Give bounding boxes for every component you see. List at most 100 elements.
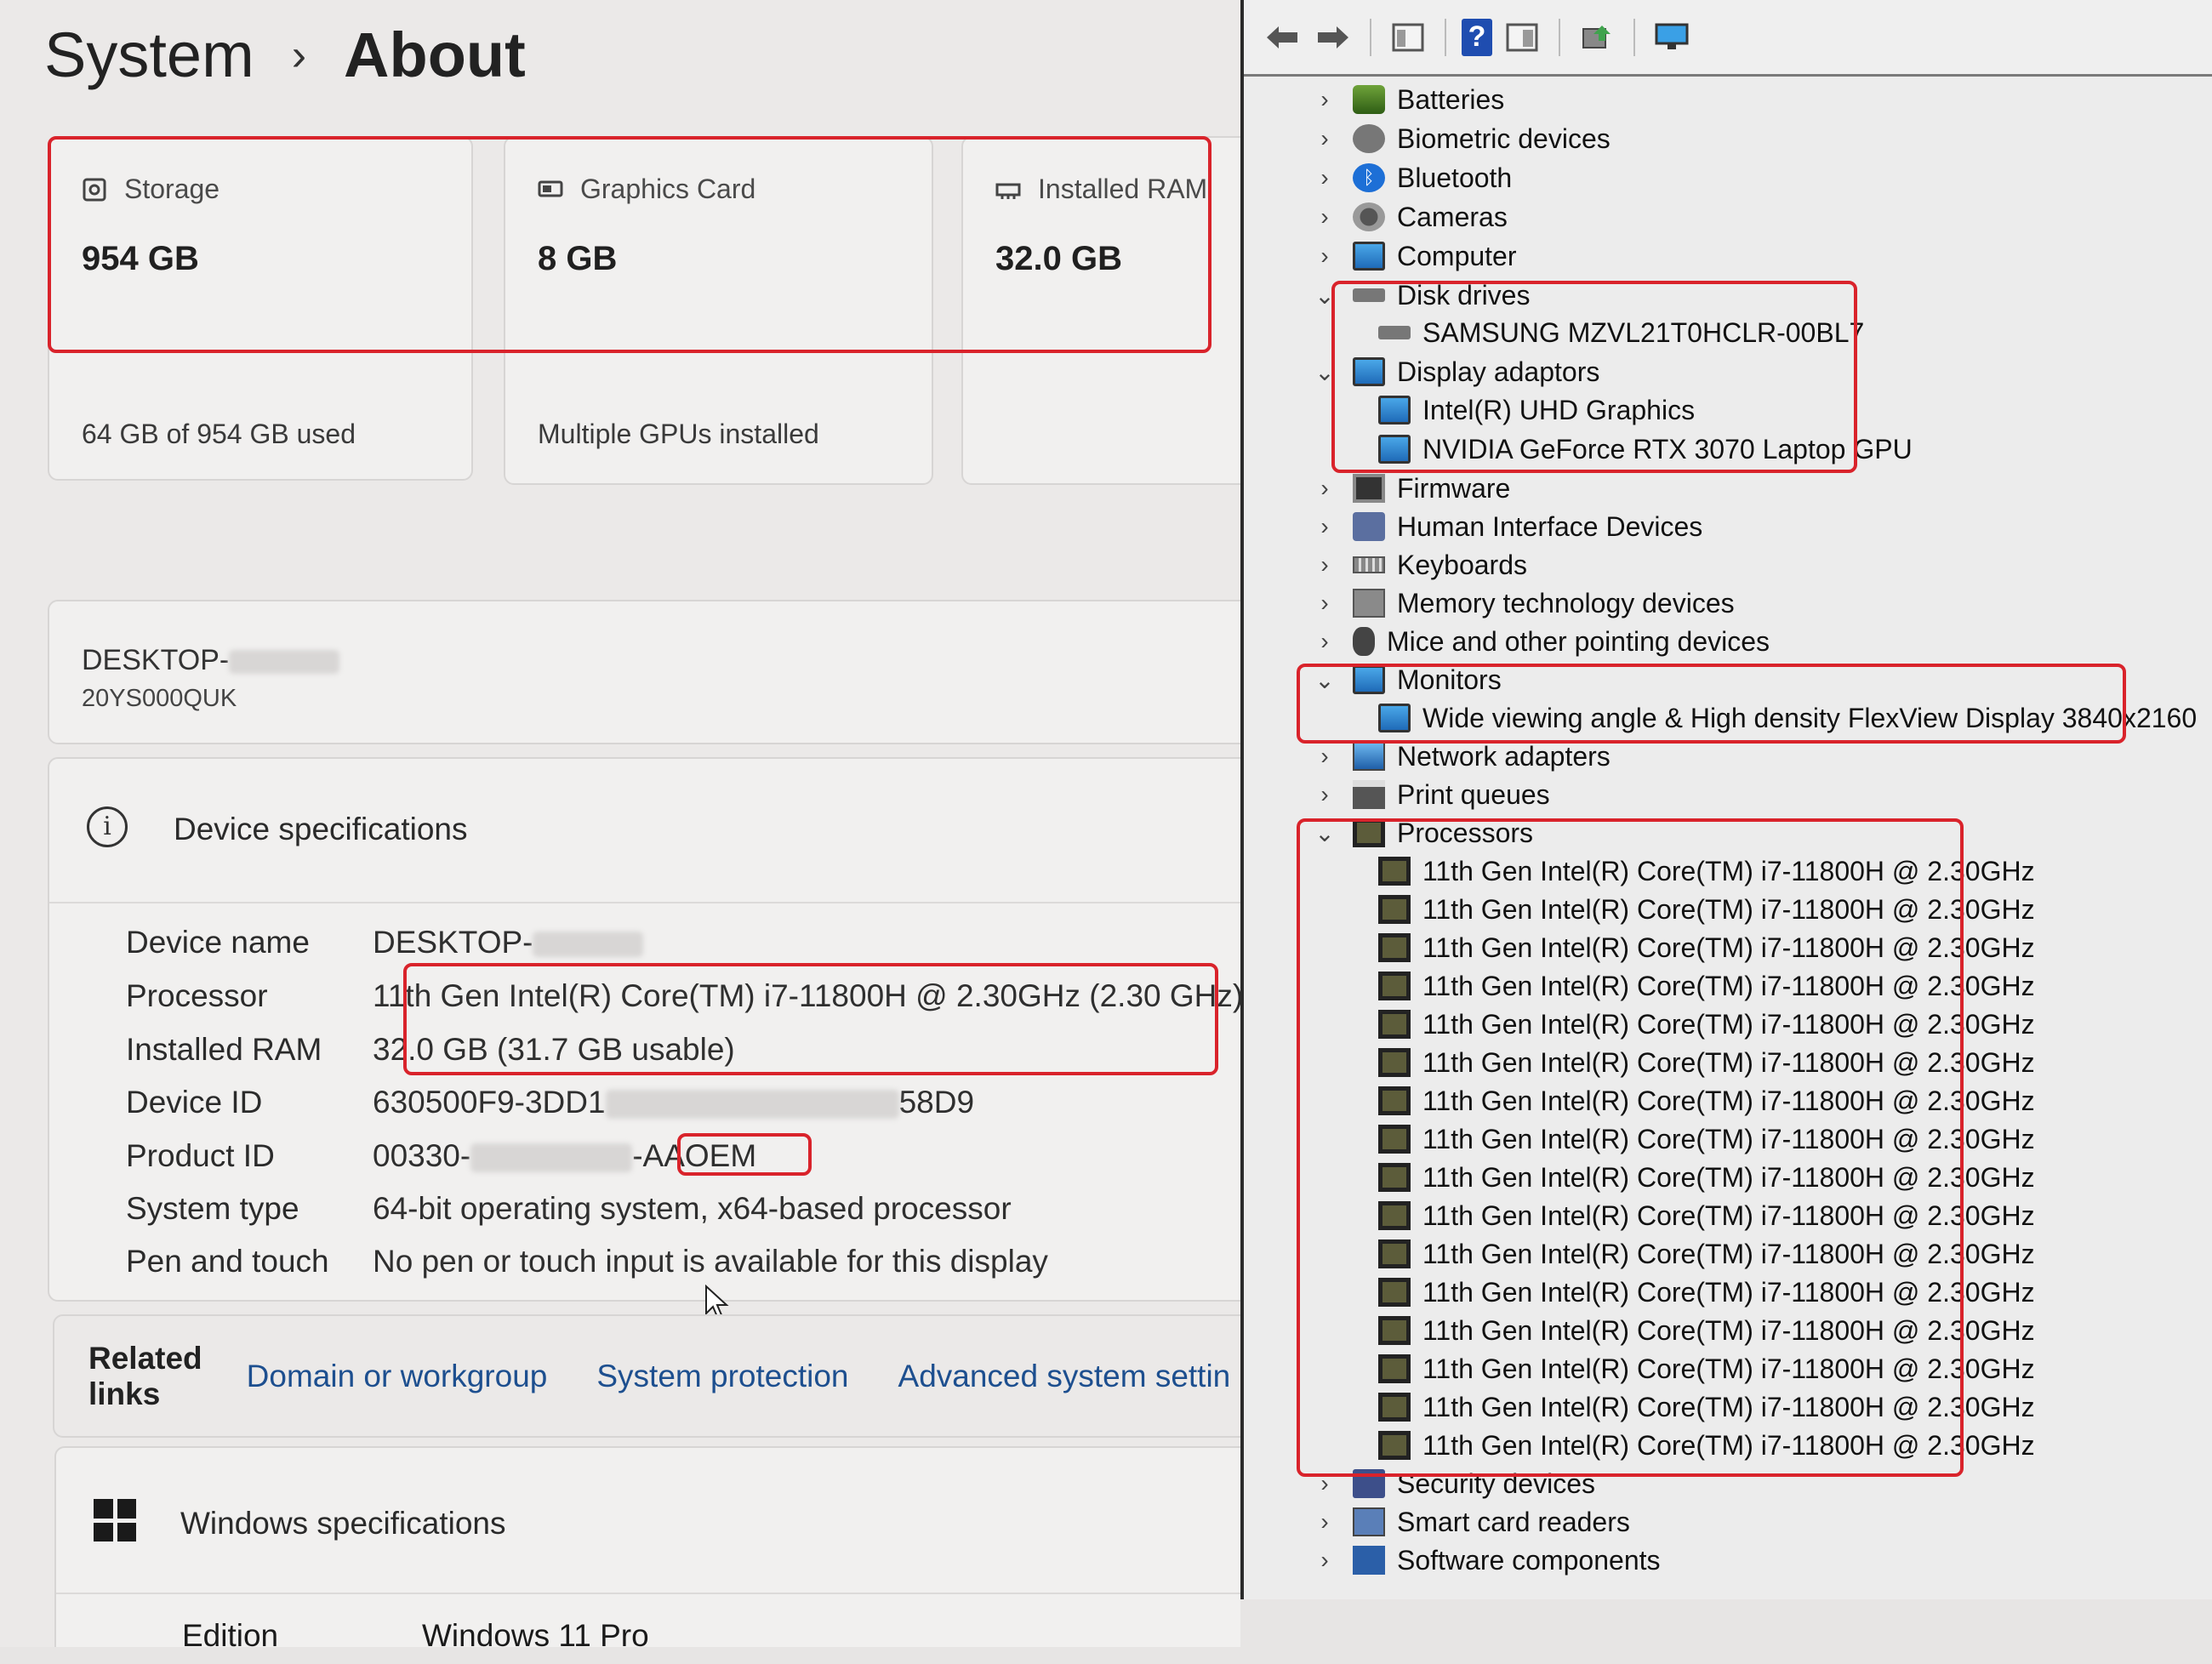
tree-item-display-adaptors[interactable]: ⌄ Display adaptors: [1312, 353, 1599, 390]
chevron-right-icon[interactable]: ›: [1312, 242, 1337, 270]
tree-child-processor[interactable]: 11th Gen Intel(R) Core(TM) i7-11800H @ 2…: [1378, 1235, 2035, 1273]
tree-child-gpu-nvidia[interactable]: NVIDIA GeForce RTX 3070 Laptop GPU: [1378, 430, 1913, 468]
tree-item-batteries[interactable]: › Batteries: [1312, 81, 1504, 118]
tree-label: Display adaptors: [1397, 356, 1600, 387]
memory-icon: [1353, 589, 1385, 618]
spec-key: Device ID: [126, 1085, 263, 1120]
storage-card[interactable]: Storage 954 GB 64 GB of 954 GB used: [48, 136, 473, 481]
tree-item-smart-card[interactable]: › Smart card readers: [1312, 1503, 1630, 1541]
chevron-right-icon[interactable]: ›: [1312, 86, 1337, 113]
graphics-card-icon: [538, 177, 563, 202]
device-manager-window: ? › Batteries › Biometric devices › ᛒ Bl…: [1240, 0, 2212, 1599]
spec-key: System type: [126, 1191, 299, 1226]
chevron-right-icon[interactable]: ›: [1312, 1547, 1337, 1574]
processor-icon: [1378, 1431, 1411, 1460]
tree-child-processor[interactable]: 11th Gen Intel(R) Core(TM) i7-11800H @ 2…: [1378, 1388, 2035, 1426]
tree-item-firmware[interactable]: › Firmware: [1312, 470, 1510, 507]
tree-item-hid[interactable]: › Human Interface Devices: [1312, 508, 1702, 545]
chevron-right-icon[interactable]: ›: [1312, 551, 1337, 578]
processor-icon: [1378, 972, 1411, 1000]
mouse-icon: [1353, 627, 1375, 656]
chevron-right-icon[interactable]: ›: [1312, 1508, 1337, 1536]
tree-child-processor[interactable]: 11th Gen Intel(R) Core(TM) i7-11800H @ 2…: [1378, 891, 2035, 928]
installed-ram-card[interactable]: Installed RAM 32.0 GB: [961, 136, 1240, 485]
tree-child-processor[interactable]: 11th Gen Intel(R) Core(TM) i7-11800H @ 2…: [1378, 967, 2035, 1005]
tree-item-monitors[interactable]: ⌄ Monitors: [1312, 661, 1501, 698]
tree-item-security[interactable]: › Security devices: [1312, 1465, 1595, 1502]
chevron-down-icon[interactable]: ⌄: [1312, 282, 1337, 310]
tree-child-processor[interactable]: 11th Gen Intel(R) Core(TM) i7-11800H @ 2…: [1378, 852, 2035, 890]
properties-icon[interactable]: [1387, 19, 1429, 56]
tree-child-processor[interactable]: 11th Gen Intel(R) Core(TM) i7-11800H @ 2…: [1378, 1427, 2035, 1464]
chevron-right-icon[interactable]: ›: [1312, 590, 1337, 617]
tree-child-processor[interactable]: 11th Gen Intel(R) Core(TM) i7-11800H @ 2…: [1378, 1350, 2035, 1388]
domain-workgroup-link[interactable]: Domain or workgroup: [247, 1359, 548, 1394]
monitor-icon[interactable]: [1650, 19, 1693, 56]
tree-child-processor[interactable]: 11th Gen Intel(R) Core(TM) i7-11800H @ 2…: [1378, 1082, 2035, 1120]
system-protection-link[interactable]: System protection: [596, 1359, 848, 1394]
tree-item-biometric[interactable]: › Biometric devices: [1312, 120, 1611, 157]
redacted-text: [605, 1090, 899, 1120]
chevron-right-icon[interactable]: ›: [1312, 628, 1337, 655]
chevron-right-icon[interactable]: ›: [1312, 1470, 1337, 1497]
tree-label: Batteries: [1397, 83, 1505, 115]
chevron-down-icon[interactable]: ⌄: [1312, 666, 1337, 694]
tree-item-computer[interactable]: › Computer: [1312, 237, 1516, 275]
forward-arrow-icon[interactable]: [1312, 19, 1354, 56]
chevron-right-icon[interactable]: ›: [1312, 125, 1337, 152]
tree-item-mice[interactable]: › Mice and other pointing devices: [1312, 623, 1770, 660]
monitor-icon: [1353, 665, 1385, 694]
tree-item-network[interactable]: › Network adapters: [1312, 738, 1610, 775]
device-name-card[interactable]: DESKTOP- 20YS000QUK: [48, 600, 1240, 744]
tree-child-processor[interactable]: 11th Gen Intel(R) Core(TM) i7-11800H @ 2…: [1378, 1044, 2035, 1081]
tree-child-monitor[interactable]: Wide viewing angle & High density FlexVi…: [1378, 699, 2197, 737]
toolbar-separator: [1633, 18, 1635, 56]
tree-item-software-components[interactable]: › Software components: [1312, 1541, 1660, 1579]
tree-label: Wide viewing angle & High density FlexVi…: [1422, 702, 2198, 733]
disk-drive-icon: [1378, 326, 1411, 339]
chevron-right-icon[interactable]: ›: [1312, 203, 1337, 231]
advanced-system-settings-link[interactable]: Advanced system settin: [898, 1359, 1231, 1394]
processor-icon: [1378, 895, 1411, 924]
tree-child-processor[interactable]: 11th Gen Intel(R) Core(TM) i7-11800H @ 2…: [1378, 929, 2035, 966]
tree-child-processor[interactable]: 11th Gen Intel(R) Core(TM) i7-11800H @ 2…: [1378, 1274, 2035, 1311]
windows-specifications-header[interactable]: Windows specifications: [56, 1448, 1240, 1594]
installed-ram-value: 32.0 GB: [995, 240, 1122, 277]
spec-row-system-type: System type 64-bit operating system, x64…: [126, 1191, 1012, 1242]
windows-specifications-section: Windows specifications Edition Windows 1…: [54, 1446, 1240, 1647]
chevron-down-icon[interactable]: ⌄: [1312, 819, 1337, 847]
tree-label: 11th Gen Intel(R) Core(TM) i7-11800H @ 2…: [1422, 1353, 2035, 1384]
device-specifications-header[interactable]: i Device specifications: [49, 759, 1240, 903]
tree-child-processor[interactable]: 11th Gen Intel(R) Core(TM) i7-11800H @ 2…: [1378, 1197, 2035, 1234]
chevron-right-icon[interactable]: ›: [1312, 781, 1337, 808]
chevron-right-icon[interactable]: ›: [1312, 513, 1337, 540]
tree-item-disk-drives[interactable]: ⌄ Disk drives: [1312, 276, 1530, 314]
tree-label: Disk drives: [1397, 279, 1531, 311]
update-driver-icon[interactable]: [1576, 19, 1618, 56]
tree-item-print-queues[interactable]: › Print queues: [1312, 776, 1549, 813]
tree-child-processor[interactable]: 11th Gen Intel(R) Core(TM) i7-11800H @ 2…: [1378, 1120, 2035, 1158]
graphics-card-card[interactable]: Graphics Card 8 GB Multiple GPUs install…: [504, 136, 933, 485]
tree-item-processors[interactable]: ⌄ Processors: [1312, 814, 1533, 852]
tree-child-disk[interactable]: SAMSUNG MZVL21T0HCLR-00BL7: [1378, 314, 1864, 351]
chevron-down-icon[interactable]: ⌄: [1312, 358, 1337, 386]
spec-key: Processor: [126, 978, 268, 1013]
tree-item-memory-tech[interactable]: › Memory technology devices: [1312, 584, 1734, 622]
tree-child-processor[interactable]: 11th Gen Intel(R) Core(TM) i7-11800H @ 2…: [1378, 1006, 2035, 1043]
chevron-right-icon[interactable]: ›: [1312, 475, 1337, 502]
tree-child-processor[interactable]: 11th Gen Intel(R) Core(TM) i7-11800H @ 2…: [1378, 1312, 2035, 1349]
help-icon[interactable]: ?: [1462, 18, 1492, 56]
breadcrumb-system[interactable]: System: [44, 19, 254, 91]
tree-item-keyboards[interactable]: › Keyboards: [1312, 546, 1527, 584]
tree-item-bluetooth[interactable]: › ᛒ Bluetooth: [1312, 159, 1512, 197]
tree-child-gpu-intel[interactable]: Intel(R) UHD Graphics: [1378, 391, 1695, 429]
tree-item-cameras[interactable]: › Cameras: [1312, 198, 1507, 236]
chevron-right-icon[interactable]: ›: [1312, 743, 1337, 770]
back-arrow-icon[interactable]: [1261, 19, 1303, 56]
view-icon[interactable]: [1501, 19, 1543, 56]
spec-value: 32.0 GB (31.7 GB usable): [373, 1032, 735, 1067]
spec-row-edition: Edition Windows 11 Pro: [182, 1618, 649, 1647]
tree-label: Biometric devices: [1397, 123, 1611, 154]
chevron-right-icon[interactable]: ›: [1312, 164, 1337, 191]
tree-child-processor[interactable]: 11th Gen Intel(R) Core(TM) i7-11800H @ 2…: [1378, 1159, 2035, 1196]
